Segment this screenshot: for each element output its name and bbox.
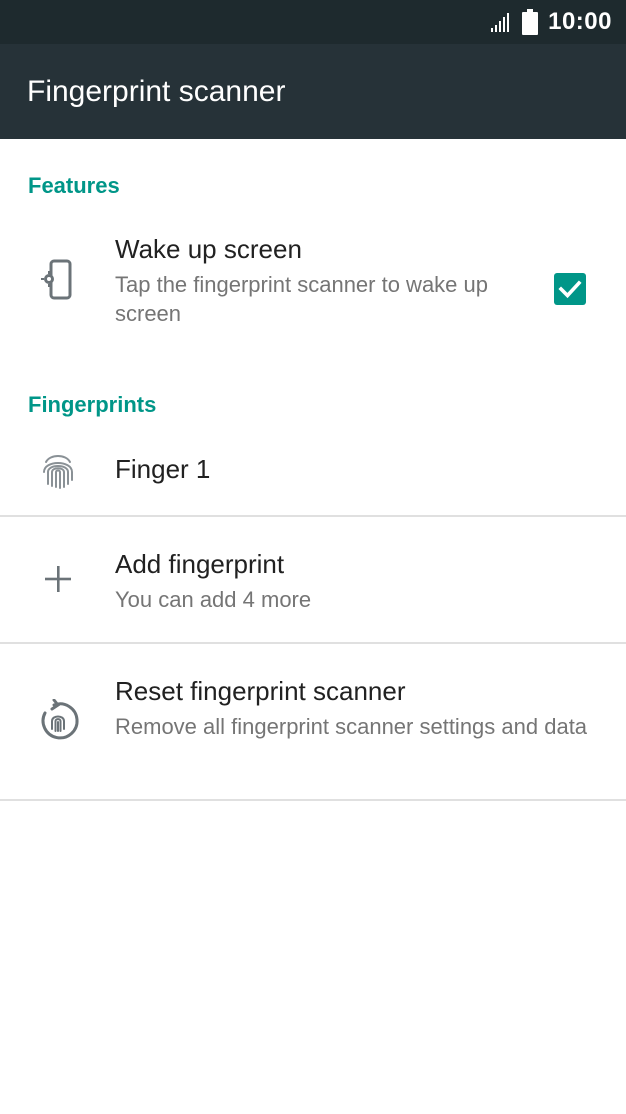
setting-wake-up-screen[interactable]: Wake up screen Tap the fingerprint scann… — [0, 218, 626, 346]
reset-fingerprint-icon — [36, 699, 80, 743]
finger-1-title: Finger 1 — [115, 454, 211, 484]
reset-fingerprint-scanner-button[interactable]: Reset fingerprint scanner Remove all fin… — [0, 644, 626, 799]
checkmark-icon — [558, 280, 582, 299]
plus-icon — [36, 557, 80, 601]
status-bar: 10:00 — [0, 0, 626, 44]
fingerprint-item-finger-1[interactable]: Finger 1 — [0, 430, 626, 514]
section-header-features: Features — [28, 173, 120, 198]
add-fingerprint-title: Add fingerprint — [115, 549, 285, 579]
signal-icon — [491, 13, 510, 32]
page-title: Fingerprint scanner — [27, 75, 286, 108]
reset-fingerprint-scanner-title: Reset fingerprint scanner — [115, 676, 406, 706]
status-clock: 10:00 — [548, 8, 612, 35]
divider — [0, 799, 626, 801]
section-header-fingerprints: Fingerprints — [28, 392, 157, 417]
wake-up-screen-checkbox[interactable] — [554, 273, 586, 305]
wake-up-screen-subtitle: Tap the fingerprint scanner to wake up s… — [115, 272, 489, 326]
battery-icon — [522, 9, 539, 35]
add-fingerprint-subtitle: You can add 4 more — [115, 587, 312, 612]
app-bar: Fingerprint scanner — [0, 44, 626, 139]
reset-fingerprint-scanner-subtitle: Remove all fingerprint scanner settings … — [115, 714, 588, 739]
wake-up-screen-title: Wake up screen — [115, 234, 302, 264]
status-icons: 10:00 — [490, 0, 612, 44]
phone-settings-icon — [36, 258, 80, 302]
fingerprint-icon — [36, 448, 80, 492]
add-fingerprint-button[interactable]: Add fingerprint You can add 4 more — [0, 517, 626, 643]
